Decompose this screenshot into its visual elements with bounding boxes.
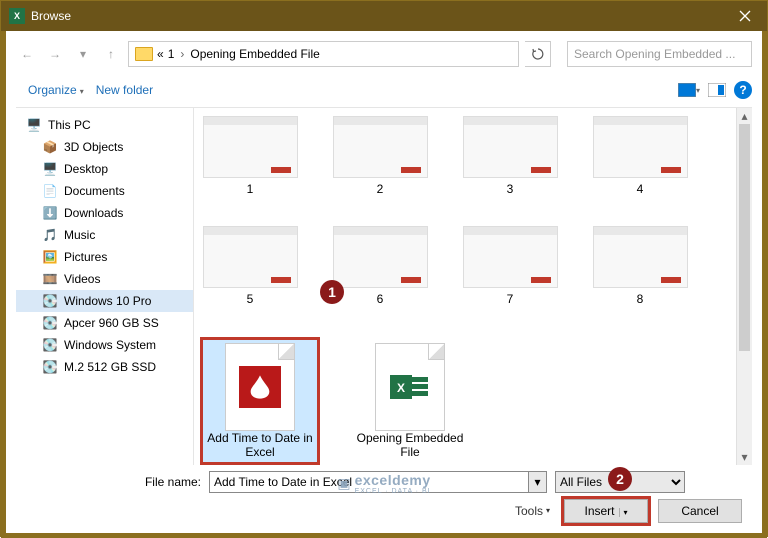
thumbnail-icon [593,116,688,178]
filename-label: File name: [26,475,201,489]
file-item-xlsx[interactable]: X Opening Embedded File [350,337,470,465]
drive-icon: 💽 [42,337,58,353]
drive-icon: 💽 [42,315,58,331]
tree-3d-objects[interactable]: 📦3D Objects [16,136,193,158]
browse-dialog: X Browse ← → ▾ ↑ « 1 Opening Embedded Fi… [0,0,768,537]
search-input[interactable]: Search Opening Embedded ... [567,41,752,67]
content-row: 🖥️This PC 📦3D Objects 🖥️Desktop 📄Documen… [16,108,752,465]
filename-history-dropdown[interactable]: ▾ [529,471,547,493]
refresh-button[interactable] [525,41,551,67]
file-item-6[interactable]: 6 [330,226,430,306]
thumbnail-icon [333,226,428,288]
navigation-tree: 🖥️This PC 📦3D Objects 🖥️Desktop 📄Documen… [16,108,194,465]
download-icon: ⬇️ [42,205,58,221]
scroll-up-button[interactable]: ▴ [737,108,752,124]
scroll-thumb[interactable] [739,124,750,351]
pdf-file-icon [225,343,295,431]
forward-button[interactable]: → [44,43,66,65]
tree-winsys[interactable]: 💽Windows System [16,334,193,356]
thumbnail-icon [203,116,298,178]
vertical-scrollbar[interactable]: ▴ ▾ [736,108,752,465]
desktop-icon: 🖥️ [42,161,58,177]
tree-apacer[interactable]: 💽Apcer 960 GB SS [16,312,193,334]
organize-menu[interactable]: Organize [22,80,90,100]
crumb-prefix: « [157,47,164,61]
search-placeholder: Search Opening Embedded ... [574,47,735,61]
preview-pane-button[interactable] [706,79,728,101]
pc-icon: 🖥️ [26,117,42,133]
back-button[interactable]: ← [16,43,38,65]
scroll-down-button[interactable]: ▾ [737,449,752,465]
nav-row: ← → ▾ ↑ « 1 Opening Embedded File Search… [16,37,752,75]
tree-documents[interactable]: 📄Documents [16,180,193,202]
help-button[interactable]: ? [734,81,752,99]
thumbnail-icon [203,226,298,288]
thumbnail-icon [463,226,558,288]
tools-menu[interactable]: Tools ▾ [511,502,554,520]
excel-file-icon: X [375,343,445,431]
new-folder-button[interactable]: New folder [90,80,159,100]
documents-icon: 📄 [42,183,58,199]
file-item-2[interactable]: 2 [330,116,430,196]
file-item-pdf[interactable]: Add Time to Date in Excel [200,337,320,465]
toolbar-row: Organize New folder ▾ ? [16,75,752,108]
svg-text:X: X [397,381,405,395]
footer: File name: ▾ All Files Tools ▾ Insert Ca… [16,465,752,525]
file-label: Add Time to Date in Excel [206,431,314,459]
videos-icon: 🎞️ [42,271,58,287]
folder-icon [135,47,153,61]
drive-icon: 💽 [42,359,58,375]
crumb-2[interactable]: Opening Embedded File [190,47,319,61]
tree-pictures[interactable]: 🖼️Pictures [16,246,193,268]
file-item-5[interactable]: 5 [200,226,300,306]
tree-videos[interactable]: 🎞️Videos [16,268,193,290]
titlebar: X Browse [1,1,767,31]
tree-desktop[interactable]: 🖥️Desktop [16,158,193,180]
crumb-1[interactable]: 1 [168,47,175,61]
file-item-8[interactable]: 8 [590,226,690,306]
cancel-button[interactable]: Cancel [658,499,742,523]
thumbnail-icon [593,226,688,288]
recent-dropdown[interactable]: ▾ [72,43,94,65]
drive-icon: 💽 [42,293,58,309]
pictures-icon: 🖼️ [42,249,58,265]
window-title: Browse [31,9,722,23]
up-button[interactable]: ↑ [100,43,122,65]
file-item-3[interactable]: 3 [460,116,560,196]
cube-icon: 📦 [42,139,58,155]
tree-downloads[interactable]: ⬇️Downloads [16,202,193,224]
tree-windows10[interactable]: 💽Windows 10 Pro [16,290,193,312]
file-item-1[interactable]: 1 [200,116,300,196]
tree-m2[interactable]: 💽M.2 512 GB SSD [16,356,193,378]
crumb-sep [178,47,186,61]
tree-music[interactable]: 🎵Music [16,224,193,246]
file-grid: 1 2 3 4 5 6 7 8 Add Time to Date in Exce… [194,108,752,465]
thumbnail-icon [333,116,428,178]
view-options-button[interactable]: ▾ [678,79,700,101]
annotation-1: 1 [320,280,344,304]
annotation-2: 2 [608,467,632,491]
tree-this-pc[interactable]: 🖥️This PC [16,114,193,136]
excel-app-icon: X [9,8,25,24]
filename-input[interactable] [209,471,529,493]
file-label: Opening Embedded File [356,431,464,459]
close-button[interactable] [722,1,767,31]
address-bar[interactable]: « 1 Opening Embedded File [128,41,519,67]
file-item-4[interactable]: 4 [590,116,690,196]
file-item-7[interactable]: 7 [460,226,560,306]
dialog-body: ← → ▾ ↑ « 1 Opening Embedded File Search… [1,31,767,538]
music-icon: 🎵 [42,227,58,243]
insert-button[interactable]: Insert [564,499,648,523]
thumbnail-icon [463,116,558,178]
